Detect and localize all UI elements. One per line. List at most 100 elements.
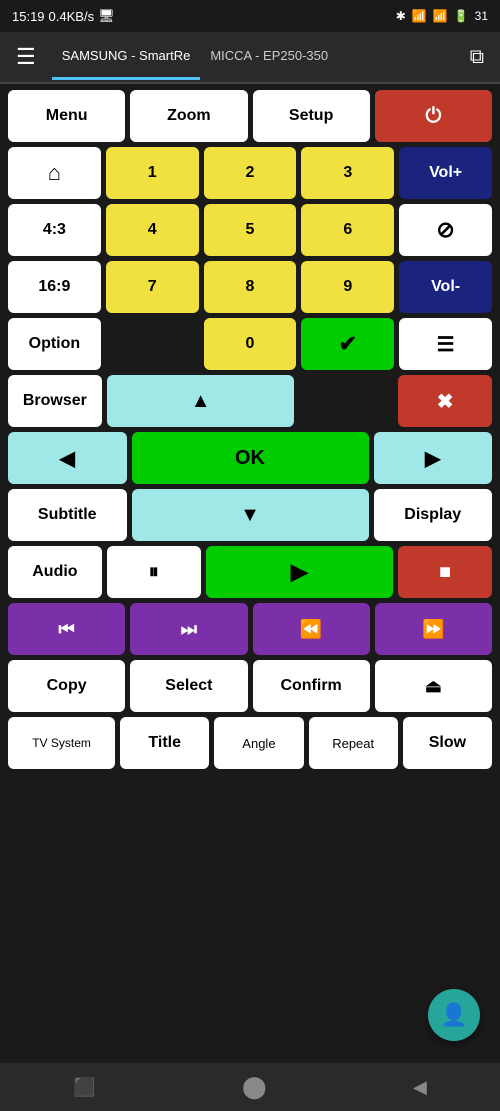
down-arrow-icon: ▼ <box>240 504 260 527</box>
play-button[interactable]: ▶ <box>206 546 394 598</box>
num-9-button[interactable]: 9 <box>301 261 394 313</box>
skip-forward-button[interactable]: ⏭ <box>130 603 247 655</box>
right-arrow-icon: ▶ <box>425 446 440 471</box>
skip-back-icon: ⏮ <box>59 619 75 640</box>
row-1: Menu Zoom Setup ⏻ <box>8 90 492 142</box>
row-9: Audio ⏸ ▶ ■ <box>8 546 492 598</box>
num-3-button[interactable]: 3 <box>301 147 394 199</box>
row-12: TV System Title Angle Repeat Slow <box>8 717 492 769</box>
vol-minus-button[interactable]: Vol- <box>399 261 492 313</box>
right-button[interactable]: ▶ <box>374 432 493 484</box>
nav-tabs: SAMSUNG - SmartRe MICCA - EP250-350 <box>52 34 462 80</box>
power-icon: ⏻ <box>425 105 441 128</box>
fast-forward-button[interactable]: ⏩ <box>375 603 492 655</box>
slow-button[interactable]: Slow <box>403 717 492 769</box>
num-8-button[interactable]: 8 <box>204 261 297 313</box>
audio-button[interactable]: Audio <box>8 546 102 598</box>
select-button[interactable]: Select <box>130 660 247 712</box>
status-time: 15:19 <box>12 9 45 24</box>
battery-icon: 🔋 <box>454 9 469 23</box>
left-button[interactable]: ◀ <box>8 432 127 484</box>
num-6-button[interactable]: 6 <box>301 204 394 256</box>
browser-button[interactable]: Browser <box>8 375 102 427</box>
signal-icon: 📶 <box>412 9 427 23</box>
num-1-button[interactable]: 1 <box>106 147 199 199</box>
row-4: 16:9 7 8 9 Vol- <box>8 261 492 313</box>
row-2: ⌂ 1 2 3 Vol+ <box>8 147 492 199</box>
up-arrow-icon: ▲ <box>191 390 211 413</box>
down-button[interactable]: ▼ <box>132 489 369 541</box>
left-arrow-icon: ◀ <box>60 446 75 471</box>
check-button[interactable]: ✔ <box>301 318 394 370</box>
play-icon: ▶ <box>291 559 308 585</box>
wifi-icon: 📶 <box>433 9 448 23</box>
rewind-icon: ⏪ <box>300 619 322 640</box>
setup-button[interactable]: Setup <box>253 90 370 142</box>
bottom-navigation: ⬛ ⬤ ◀ <box>0 1063 500 1111</box>
fab-button[interactable]: 👤 <box>428 989 480 1041</box>
title-button[interactable]: Title <box>120 717 209 769</box>
pause-button[interactable]: ⏸ <box>107 546 201 598</box>
mute-icon: ⊘ <box>436 217 454 243</box>
angle-button[interactable]: Angle <box>214 717 303 769</box>
home-icon: ⌂ <box>48 160 61 186</box>
ratio-169-button[interactable]: 16:9 <box>8 261 101 313</box>
tv-system-button[interactable]: TV System <box>8 717 115 769</box>
close-button[interactable]: ✖ <box>398 375 492 427</box>
hamburger-menu[interactable]: ☰ <box>8 36 44 78</box>
list-icon: ☰ <box>437 332 455 357</box>
row-10: ⏮ ⏭ ⏪ ⏩ <box>8 603 492 655</box>
num-4-button[interactable]: 4 <box>106 204 199 256</box>
up-button[interactable]: ▲ <box>107 375 295 427</box>
copy-button[interactable]: Copy <box>8 660 125 712</box>
pause-icon: ⏸ <box>149 561 159 584</box>
vol-plus-button[interactable]: Vol+ <box>399 147 492 199</box>
fast-forward-icon: ⏩ <box>422 619 444 640</box>
list-button[interactable]: ☰ <box>399 318 492 370</box>
person-icon: 👤 <box>440 1002 467 1028</box>
tab-samsung[interactable]: SAMSUNG - SmartRe <box>52 34 201 80</box>
eject-button[interactable]: ⏏ <box>375 660 492 712</box>
nav-square-icon[interactable]: ⬛ <box>73 1077 95 1098</box>
repeat-button[interactable]: Repeat <box>309 717 398 769</box>
subtitle-button[interactable]: Subtitle <box>8 489 127 541</box>
status-display-icon: 🖥 <box>98 8 115 24</box>
display-button[interactable]: Display <box>374 489 493 541</box>
num-7-button[interactable]: 7 <box>106 261 199 313</box>
eject-icon: ⏏ <box>425 676 442 697</box>
row-7: ◀ OK ▶ <box>8 432 492 484</box>
row-3: 4:3 4 5 6 ⊘ <box>8 204 492 256</box>
status-bar: 15:19 0.4KB/s 🖥 ✱ 📶 📶 🔋 31 <box>0 0 500 32</box>
mute-button[interactable]: ⊘ <box>399 204 492 256</box>
row-11: Copy Select Confirm ⏏ <box>8 660 492 712</box>
num-0-button[interactable]: 0 <box>204 318 297 370</box>
power-button[interactable]: ⏻ <box>375 90 492 142</box>
nav-circle-icon[interactable]: ⬤ <box>242 1074 267 1100</box>
copy-layout-icon[interactable]: ⧉ <box>462 38 492 77</box>
bluetooth-icon: ✱ <box>396 9 406 23</box>
ok-button[interactable]: OK <box>132 432 369 484</box>
num-2-button[interactable]: 2 <box>204 147 297 199</box>
battery-level: 31 <box>475 9 488 23</box>
x-icon: ✖ <box>437 389 454 414</box>
option-button[interactable]: Option <box>8 318 101 370</box>
row-8: Subtitle ▼ Display <box>8 489 492 541</box>
status-data: 0.4KB/s <box>49 9 95 24</box>
remote-control: Menu Zoom Setup ⏻ ⌂ 1 2 3 Vol+ 4:3 <box>0 84 500 1063</box>
stop-button[interactable]: ■ <box>398 546 492 598</box>
skip-forward-icon: ⏭ <box>181 619 197 640</box>
checkmark-icon: ✔ <box>339 331 357 357</box>
menu-button[interactable]: Menu <box>8 90 125 142</box>
confirm-button[interactable]: Confirm <box>253 660 370 712</box>
row-5: Option 0 ✔ ☰ <box>8 318 492 370</box>
skip-back-button[interactable]: ⏮ <box>8 603 125 655</box>
rewind-button[interactable]: ⏪ <box>253 603 370 655</box>
nav-back-icon[interactable]: ◀ <box>413 1077 427 1098</box>
num-5-button[interactable]: 5 <box>204 204 297 256</box>
home-button[interactable]: ⌂ <box>8 147 101 199</box>
row-6: Browser ▲ ✖ <box>8 375 492 427</box>
tab-micca[interactable]: MICCA - EP250-350 <box>200 34 338 80</box>
zoom-button[interactable]: Zoom <box>130 90 247 142</box>
stop-icon: ■ <box>439 561 451 584</box>
ratio-43-button[interactable]: 4:3 <box>8 204 101 256</box>
